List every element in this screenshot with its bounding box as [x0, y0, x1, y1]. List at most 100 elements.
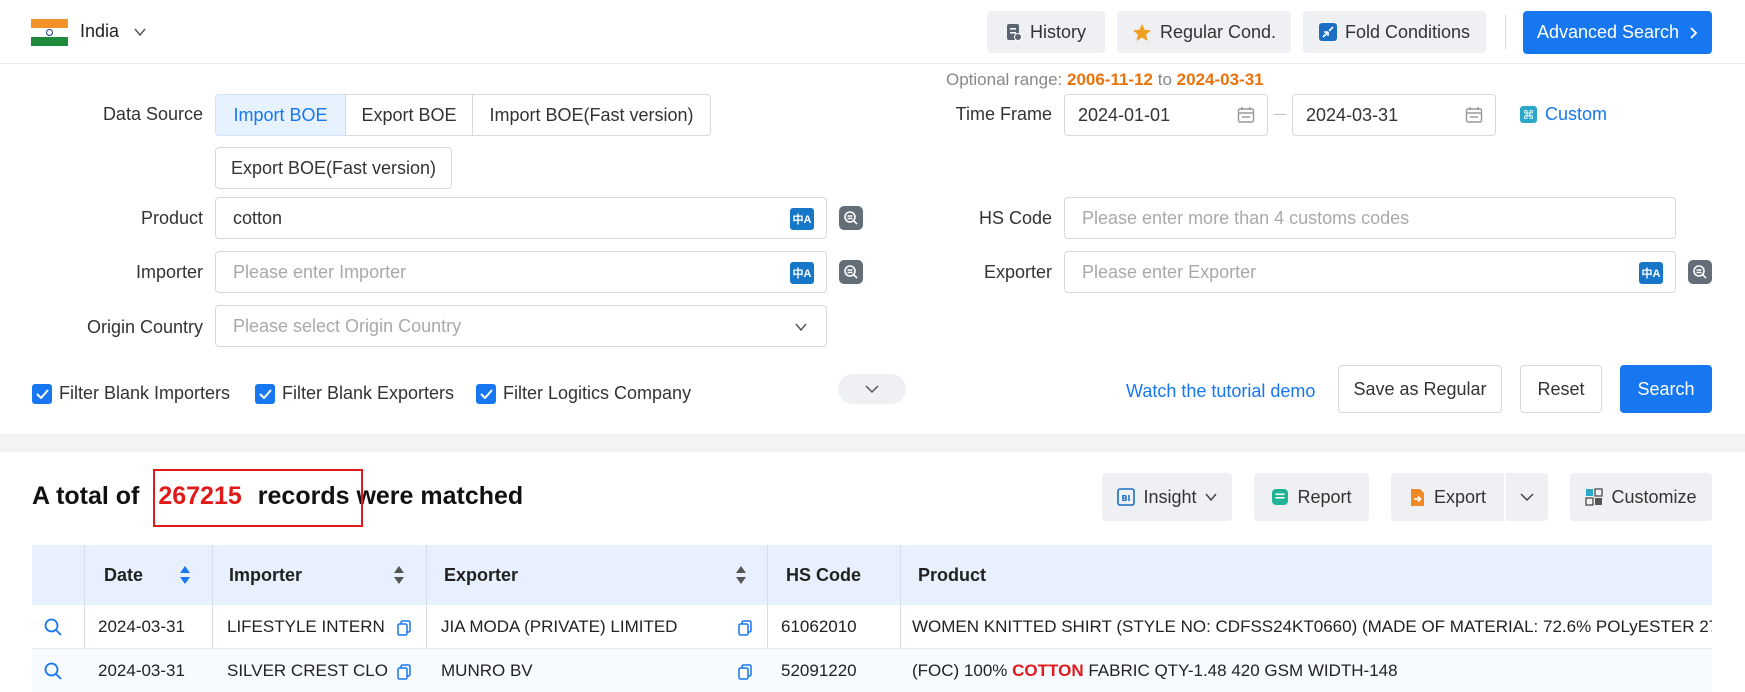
cell-hs-code: 61062010: [781, 617, 857, 636]
source-export-boe[interactable]: Export BOE: [345, 94, 473, 136]
date-from-value: 2024-01-01: [1078, 104, 1171, 125]
customize-icon: [1585, 488, 1604, 506]
copy-icon[interactable]: [738, 664, 752, 680]
column-hs-code[interactable]: HS Code: [786, 545, 861, 605]
origin-country-placeholder: Please select Origin Country: [233, 315, 462, 336]
checkbox-checked-icon[interactable]: [32, 383, 52, 404]
save-as-regular-button[interactable]: Save as Regular: [1338, 365, 1502, 413]
chevron-down-icon: [795, 323, 807, 332]
range-end: 2024-03-31: [1176, 70, 1264, 89]
source-export-boe-fast[interactable]: Export BOE(Fast version): [215, 147, 452, 189]
sort-icon[interactable]: [734, 564, 748, 586]
column-product[interactable]: Product: [918, 545, 986, 605]
source-import-boe[interactable]: Import BOE: [215, 94, 346, 136]
copy-icon[interactable]: [397, 620, 411, 636]
search-icon[interactable]: [1688, 260, 1712, 284]
summary-prefix: A total of: [32, 482, 140, 510]
export-icon: [1410, 488, 1424, 506]
cell-date: 2024-03-31: [98, 661, 185, 680]
insight-button[interactable]: BI Insight: [1102, 473, 1232, 521]
custom-range-button[interactable]: ⌘ Custom: [1520, 104, 1607, 125]
date-to-input[interactable]: 2024-03-31: [1292, 94, 1496, 136]
copy-icon[interactable]: [397, 664, 411, 680]
date-to-value: 2024-03-31: [1306, 104, 1399, 125]
column-date[interactable]: Date: [104, 545, 143, 605]
filter-label: Filter Blank Exporters: [282, 383, 455, 403]
advanced-search-button[interactable]: Advanced Search: [1523, 11, 1712, 54]
column-exporter[interactable]: Exporter: [444, 545, 518, 605]
highlight-box: [153, 469, 363, 527]
checkbox-checked-icon[interactable]: [476, 383, 496, 404]
export-button[interactable]: Export: [1391, 473, 1504, 521]
translate-icon[interactable]: 中A: [790, 262, 814, 284]
custom-label: Custom: [1545, 104, 1608, 124]
column-importer[interactable]: Importer: [229, 545, 302, 605]
hs-code-placeholder: Please enter more than 4 customs codes: [1082, 207, 1410, 228]
exporter-placeholder: Please enter Exporter: [1082, 261, 1257, 282]
date-from-input[interactable]: 2024-01-01: [1064, 94, 1268, 136]
search-button[interactable]: Search: [1620, 365, 1712, 413]
fold-conditions-label: Fold Conditions: [1344, 21, 1471, 42]
cell-exporter: JIA MODA (PRIVATE) LIMITED: [441, 617, 678, 636]
export-label: Export: [1433, 486, 1487, 507]
magnifier-icon[interactable]: [43, 617, 63, 637]
export-dropdown[interactable]: [1506, 473, 1548, 521]
date-range-dash: [1274, 114, 1286, 115]
country-selector[interactable]: India: [80, 21, 119, 42]
filter-blank-exporters[interactable]: Filter Blank Exporters: [255, 383, 454, 404]
column-label: Product: [918, 564, 987, 585]
importer-placeholder: Please enter Importer: [233, 261, 407, 282]
customize-button[interactable]: Customize: [1570, 473, 1712, 521]
product-label: Product: [140, 208, 203, 228]
hs-code-label: HS Code: [978, 208, 1052, 228]
history-button[interactable]: History: [987, 11, 1105, 53]
report-icon: [1272, 489, 1289, 505]
magnifier-icon[interactable]: [43, 661, 63, 681]
reset-button[interactable]: Reset: [1520, 365, 1602, 413]
copy-icon[interactable]: [738, 620, 752, 636]
importer-input[interactable]: Please enter Importer 中A: [215, 251, 827, 293]
india-flag-icon[interactable]: [31, 19, 68, 46]
column-label: Date: [104, 564, 144, 585]
product-text: WOMEN KNITTED SHIRT (STYLE NO: CDFSS24KT…: [912, 617, 1712, 636]
product-input[interactable]: cotton 中A: [215, 197, 827, 239]
calendar-icon: [1465, 107, 1483, 123]
search-icon[interactable]: [839, 206, 863, 230]
tutorial-link[interactable]: Watch the tutorial demo: [1126, 381, 1315, 402]
exporter-input[interactable]: Please enter Exporter 中A: [1064, 251, 1676, 293]
translate-icon[interactable]: 中A: [790, 208, 814, 230]
section-separator: [0, 434, 1745, 452]
customize-label: Customize: [1611, 486, 1697, 507]
cell-hs-code: 52091220: [781, 661, 857, 680]
sort-icon[interactable]: [178, 564, 192, 586]
sort-icon[interactable]: [392, 564, 406, 586]
filter-blank-importers[interactable]: Filter Blank Importers: [32, 383, 230, 404]
command-icon: ⌘: [1520, 106, 1537, 123]
origin-country-select[interactable]: Please select Origin Country: [215, 305, 827, 347]
checkbox-checked-icon[interactable]: [255, 383, 275, 404]
regular-cond-button[interactable]: Regular Cond.: [1117, 11, 1291, 53]
search-icon[interactable]: [839, 260, 863, 284]
cell-importer: SILVER CREST CLO: [227, 661, 388, 680]
calendar-icon: [1237, 107, 1255, 123]
filter-label: Filter Logitics Company: [503, 383, 692, 403]
product-text: (FOC) 100%: [912, 661, 1013, 680]
divider: [1505, 15, 1506, 49]
history-label: History: [1029, 21, 1086, 42]
hs-code-input[interactable]: Please enter more than 4 customs codes: [1064, 197, 1676, 239]
source-import-boe-fast[interactable]: Import BOE(Fast version): [472, 94, 711, 136]
report-button[interactable]: Report: [1254, 473, 1369, 521]
filter-logistics-company[interactable]: Filter Logitics Company: [476, 383, 691, 404]
chevron-down-icon: [1520, 493, 1534, 502]
fold-conditions-button[interactable]: Fold Conditions: [1303, 11, 1486, 53]
insight-label: Insight: [1143, 486, 1197, 507]
expand-toggle[interactable]: [838, 374, 906, 404]
chevron-down-icon[interactable]: [133, 25, 147, 39]
product-text: FABRIC QTY-1.48 420 GSM WIDTH-148: [1083, 661, 1398, 680]
origin-country-label: Origin Country: [86, 317, 203, 337]
filter-label: Filter Blank Importers: [59, 383, 231, 403]
history-icon: [1006, 24, 1022, 41]
optional-range: Optional range: 2006-11-12 to 2024-03-31: [946, 70, 1264, 90]
cell-product: (FOC) 100% COTTON FABRIC QTY-1.48 420 GS…: [912, 661, 1712, 681]
translate-icon[interactable]: 中A: [1639, 262, 1663, 284]
